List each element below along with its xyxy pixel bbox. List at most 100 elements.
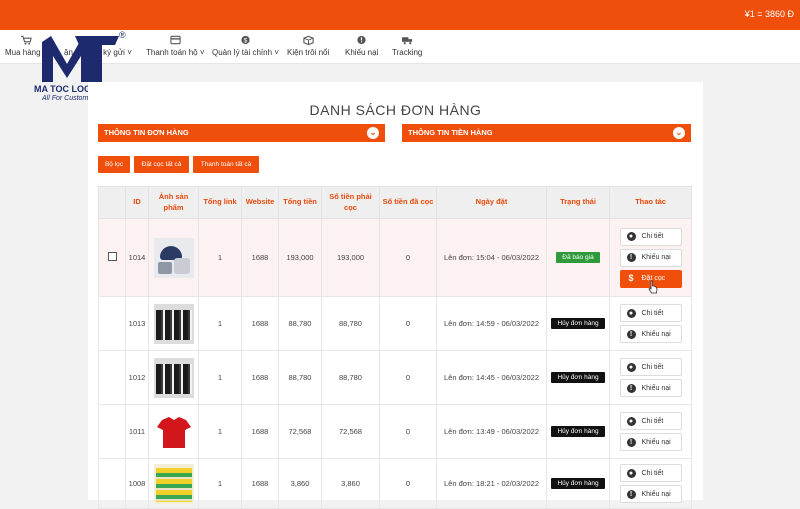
hat-bag-thumbnail[interactable] — [153, 237, 194, 278]
header-select — [98, 186, 126, 219]
complaint-button[interactable]: ! Khiếu nại — [619, 379, 682, 397]
orders-table: ID Ảnh sản phẩm Tổng link Website Tổng t… — [98, 186, 692, 509]
table-row: 1014 1 1688 193,000 193,000 0 Lên đơn: 1… — [98, 218, 692, 297]
nav-label: Tracking — [392, 48, 423, 57]
header-deposit-due: Số tiền phải cọc — [321, 186, 380, 219]
paid-cell: 0 — [379, 296, 437, 351]
pay-all-button[interactable]: Thanh toán tất cả — [193, 156, 259, 173]
table-header-row: ID Ảnh sản phẩm Tổng link Website Tổng t… — [98, 186, 692, 219]
accordion-label: THÔNG TIN TIỀN HÀNG — [408, 128, 493, 137]
nav-item-finance[interactable]: $ Quản lý tài chính ˅ — [212, 35, 279, 57]
due-cell: 88,780 — [321, 350, 380, 405]
links-cell: 1 — [198, 350, 242, 405]
table-row: 1012 1 1688 88,780 88,780 0 Lên đơn: 14:… — [98, 350, 692, 405]
complaint-label: Khiếu nại — [641, 438, 671, 446]
image-cell — [148, 458, 199, 509]
date-cell: Lên đơn: 13:49 - 06/03/2022 — [436, 404, 547, 459]
complaint-button[interactable]: ! Khiếu nại — [619, 433, 682, 451]
nav-label: Quản lý tài chính ˅ — [212, 48, 279, 57]
status-cell: Hủy đơn hàng — [546, 296, 610, 351]
eye-icon: ● — [626, 468, 636, 478]
top-bar: ¥1 = 3860 Đ — [0, 0, 800, 30]
website-cell: 1688 — [241, 218, 279, 297]
total-cell: 88,780 — [278, 296, 322, 351]
status-badge: Hủy đơn hàng — [551, 426, 605, 437]
id-cell: 1014 — [125, 218, 149, 297]
header-total: Tổng tiền — [278, 186, 322, 219]
header-total-link: Tổng link — [198, 186, 242, 219]
header-actions: Thao tác — [609, 186, 692, 219]
date-cell: Lên đơn: 14:59 - 06/03/2022 — [436, 296, 547, 351]
header-website: Website — [241, 186, 279, 219]
page-title: DANH SÁCH ĐƠN HÀNG — [309, 102, 482, 118]
shirts-thumbnail[interactable] — [153, 303, 194, 344]
website-cell: 1688 — [241, 458, 279, 509]
table-row: 1008 1 1688 3,860 3,860 0 Lên đơn: 18:21… — [98, 458, 692, 509]
due-cell: 3,860 — [321, 458, 380, 509]
select-cell — [98, 404, 126, 459]
status-badge: Đã báo giá — [556, 252, 600, 263]
exchange-rate: ¥1 = 3860 Đ — [744, 9, 794, 19]
alert-icon: ! — [626, 489, 636, 499]
status-badge: Hủy đơn hàng — [551, 318, 605, 329]
mt-logo-mark — [42, 36, 119, 82]
detail-label: Chi tiết — [641, 417, 664, 425]
filter-button[interactable]: Bộ lọc — [98, 156, 130, 173]
eye-icon: ● — [626, 308, 636, 318]
complaint-button[interactable]: ! Khiếu nại — [619, 325, 682, 343]
accordion-money-info[interactable]: THÔNG TIN TIỀN HÀNG ⌄ — [402, 124, 691, 142]
detail-button[interactable]: ● Chi tiết — [619, 227, 682, 246]
links-cell: 1 — [198, 218, 242, 297]
cart-icon — [20, 35, 32, 45]
truck-icon — [401, 37, 412, 45]
detail-label: Chi tiết — [641, 309, 664, 317]
alert-icon: ! — [626, 383, 636, 393]
id-cell: 1013 — [125, 296, 149, 351]
accordion-order-info[interactable]: THÔNG TIN ĐƠN HÀNG ⌄ — [98, 124, 385, 142]
paid-cell: 0 — [379, 404, 437, 459]
complaint-button[interactable]: ! Khiếu nại — [619, 485, 682, 503]
due-cell: 193,000 — [321, 218, 380, 297]
status-cell: Hủy đơn hàng — [546, 350, 610, 405]
complaint-label: Khiếu nại — [641, 490, 671, 498]
header-image: Ảnh sản phẩm — [148, 186, 199, 219]
select-cell — [98, 218, 126, 297]
date-cell: Lên đơn: 14:45 - 06/03/2022 — [436, 350, 547, 405]
deposit-all-button[interactable]: Đặt cọc tất cả — [134, 156, 189, 173]
detail-button[interactable]: ● Chi tiết — [619, 412, 682, 430]
header-date: Ngày đặt — [436, 186, 547, 219]
red-shirt-shape — [156, 416, 191, 448]
website-cell: 1688 — [241, 404, 279, 459]
image-cell — [148, 350, 199, 405]
nav-item-floating[interactable]: Kiện trôi nổi — [287, 35, 329, 57]
eye-icon: ● — [626, 232, 636, 241]
status-cell: Đã báo giá — [546, 218, 610, 297]
alert-icon: ! — [626, 253, 636, 262]
detail-button[interactable]: ● Chi tiết — [619, 304, 682, 322]
shirts-thumbnail[interactable] — [153, 357, 194, 398]
red-shirt-thumbnail[interactable] — [153, 411, 194, 452]
sponge-thumbnail[interactable] — [153, 463, 194, 504]
image-cell — [148, 296, 199, 351]
due-cell: 72,568 — [321, 404, 380, 459]
links-cell: 1 — [198, 458, 242, 509]
nav-label: Thanh toán hộ ˅ — [146, 48, 205, 57]
alert-icon: ! — [626, 437, 636, 447]
dollar-icon: $ — [241, 35, 250, 44]
box-icon — [302, 35, 314, 45]
nav-item-payment[interactable]: Thanh toán hộ ˅ — [146, 35, 205, 57]
nav-item-complaint[interactable]: Khiếu nại — [345, 35, 378, 57]
eye-icon: ● — [626, 362, 636, 372]
complaint-label: Khiếu nại — [641, 384, 671, 392]
image-cell — [148, 404, 199, 459]
nav-label: Khiếu nại — [345, 48, 379, 57]
detail-button[interactable]: ● Chi tiết — [619, 358, 682, 376]
detail-button[interactable]: ● Chi tiết — [619, 464, 682, 482]
complaint-button[interactable]: ! Khiếu nại — [619, 248, 682, 267]
status-cell: Hủy đơn hàng — [546, 458, 610, 509]
links-cell: 1 — [198, 404, 242, 459]
nav-item-tracking[interactable]: Tracking — [392, 35, 422, 57]
eye-icon: ● — [626, 416, 636, 426]
row-checkbox[interactable] — [107, 252, 117, 261]
status-badge: Hủy đơn hàng — [551, 478, 605, 489]
